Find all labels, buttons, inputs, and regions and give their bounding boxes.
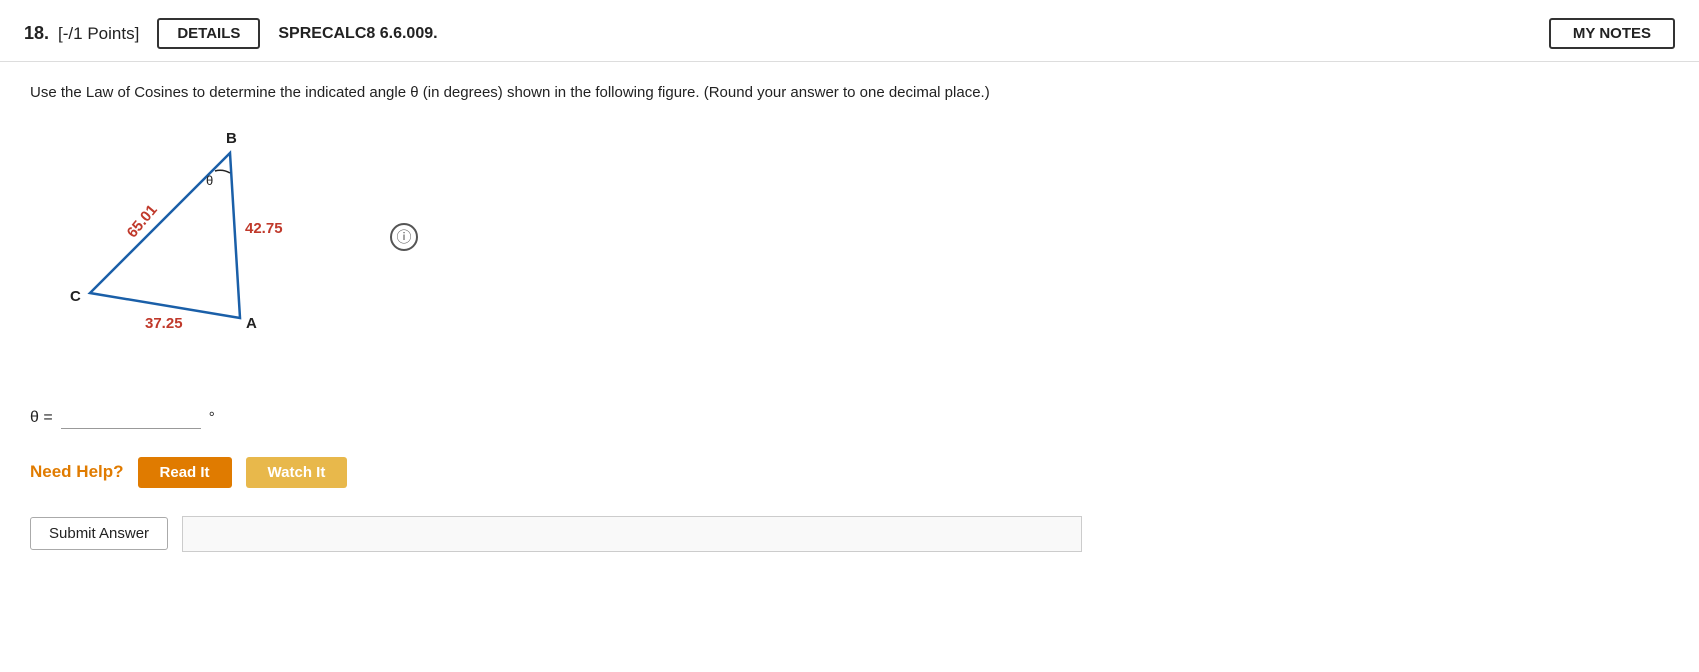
page-container: 18. [-/1 Points] DETAILS SPRECALC8 6.6.0… <box>0 0 1699 672</box>
side-ca-label: 37.25 <box>145 315 183 332</box>
vertex-b-label: B <box>226 130 237 147</box>
content-area: Use the Law of Cosines to determine the … <box>0 62 1699 572</box>
my-notes-button[interactable]: MY NOTES <box>1549 18 1675 49</box>
triangle-shape <box>90 153 240 318</box>
points-label: [-/1 Points] <box>58 24 139 43</box>
problem-id: SPRECALC8 6.6.009. <box>278 25 437 43</box>
vertex-c-label: C <box>70 288 81 305</box>
submit-row: Submit Answer <box>30 516 1675 552</box>
vertex-a-label: A <box>246 315 257 332</box>
answer-input[interactable] <box>61 407 201 429</box>
figure-area: B C A θ 65.01 42.75 37.25 ⓘ <box>30 123 1675 383</box>
info-icon-symbol: ⓘ <box>396 226 411 247</box>
question-num-text: 18. <box>24 23 49 43</box>
degree-symbol: ° <box>209 409 215 426</box>
answer-row: θ = ° <box>30 407 1675 429</box>
triangle-svg: B C A θ 65.01 42.75 37.25 <box>30 123 330 373</box>
need-help-label: Need Help? <box>30 462 124 482</box>
need-help-row: Need Help? Read It Watch It <box>30 457 1675 488</box>
header-row: 18. [-/1 Points] DETAILS SPRECALC8 6.6.0… <box>0 0 1699 62</box>
read-it-button[interactable]: Read It <box>138 457 232 488</box>
header-left: 18. [-/1 Points] DETAILS SPRECALC8 6.6.0… <box>24 18 438 49</box>
submit-answer-button[interactable]: Submit Answer <box>30 517 168 550</box>
side-ba-label: 42.75 <box>245 220 283 237</box>
angle-arc <box>215 170 230 173</box>
details-button[interactable]: DETAILS <box>157 18 260 49</box>
question-number: 18. [-/1 Points] <box>24 23 139 44</box>
submit-input-area <box>182 516 1082 552</box>
problem-description: Use the Law of Cosines to determine the … <box>30 82 1675 105</box>
theta-equals-label: θ = <box>30 409 53 427</box>
side-cb-label: 65.01 <box>124 201 161 241</box>
watch-it-button[interactable]: Watch It <box>246 457 348 488</box>
triangle-container: B C A θ 65.01 42.75 37.25 <box>30 123 350 383</box>
header-right: MY NOTES <box>1549 18 1675 49</box>
theta-angle-label: θ <box>206 173 213 188</box>
info-icon[interactable]: ⓘ <box>390 223 418 251</box>
